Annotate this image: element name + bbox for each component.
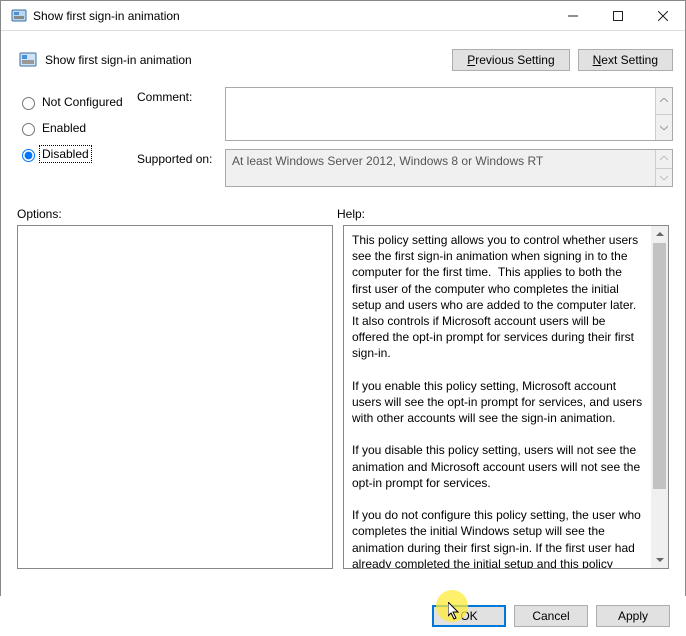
policy-icon	[19, 51, 37, 69]
scroll-down-icon[interactable]	[651, 551, 668, 568]
chevron-up-icon	[655, 150, 672, 168]
titlebar: Show first sign-in animation	[1, 1, 685, 31]
scroll-track[interactable]	[651, 243, 668, 551]
app-icon	[11, 8, 27, 24]
chevron-down-icon[interactable]	[655, 114, 672, 141]
window-title: Show first sign-in animation	[33, 9, 550, 23]
supported-on-value: At least Windows Server 2012, Windows 8 …	[225, 149, 673, 187]
previous-setting-button[interactable]: Previous Setting	[452, 49, 569, 71]
comment-spinner[interactable]	[655, 88, 672, 140]
close-button[interactable]	[640, 2, 685, 30]
radio-disabled-input[interactable]	[22, 149, 35, 162]
options-pane	[17, 225, 333, 569]
help-label: Help:	[337, 207, 365, 221]
chevron-up-icon[interactable]	[655, 88, 672, 114]
radio-not-configured[interactable]: Not Configured	[17, 89, 137, 115]
comment-input[interactable]	[225, 87, 673, 141]
cancel-button[interactable]: Cancel	[514, 605, 588, 627]
apply-button[interactable]: Apply	[596, 605, 670, 627]
radio-enabled-input[interactable]	[22, 123, 35, 136]
help-pane: This policy setting allows you to contro…	[343, 225, 669, 569]
supported-label: Supported on:	[137, 149, 225, 187]
radio-disabled-label: Disabled	[40, 146, 91, 162]
footer: OK Cancel Apply	[0, 596, 686, 636]
header-row: Show first sign-in animation Previous Se…	[13, 39, 673, 81]
radio-enabled-label: Enabled	[40, 120, 88, 136]
minimize-button[interactable]	[550, 2, 595, 30]
ok-button[interactable]: OK	[432, 605, 506, 627]
help-scrollbar[interactable]	[651, 226, 668, 568]
radio-enabled[interactable]: Enabled	[17, 115, 137, 141]
maximize-button[interactable]	[595, 2, 640, 30]
options-label: Options:	[17, 207, 337, 221]
comment-label: Comment:	[137, 87, 225, 141]
state-radios: Not Configured Enabled Disabled	[17, 87, 137, 195]
radio-not-configured-label: Not Configured	[40, 94, 125, 110]
radio-disabled[interactable]: Disabled	[17, 141, 137, 167]
scroll-thumb[interactable]	[653, 243, 666, 489]
policy-title: Show first sign-in animation	[45, 53, 444, 67]
next-setting-button[interactable]: Next Setting	[578, 49, 673, 71]
help-text: This policy setting allows you to contro…	[344, 226, 651, 568]
supported-spinner	[655, 150, 672, 186]
radio-not-configured-input[interactable]	[22, 97, 35, 110]
chevron-down-icon	[655, 168, 672, 187]
scroll-up-icon[interactable]	[651, 226, 668, 243]
